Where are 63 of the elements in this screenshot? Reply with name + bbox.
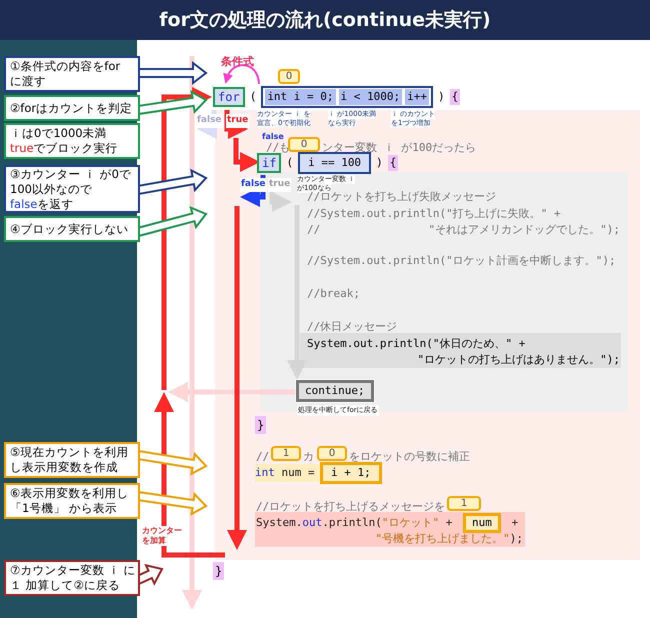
continue-statement: continue; [296, 380, 374, 402]
code-comment: // [256, 449, 270, 465]
counter-label: カウンター [141, 526, 183, 536]
paren: ) [438, 88, 445, 105]
code-text: + [444, 514, 454, 531]
code-text: System. [256, 514, 302, 531]
callout: ①条件式の内容をfor に渡す [4, 56, 140, 92]
branch-label: false [196, 114, 223, 128]
code-text: i < 1000; [338, 88, 402, 106]
condition-label: 条件式 [221, 54, 254, 70]
value-bubble: 0 [288, 137, 320, 152]
counter-label: を加算 [141, 536, 167, 546]
code-comment: //ロケットを打ち上げ失敗メッセージ [307, 190, 496, 205]
paren: ( [250, 88, 256, 105]
code-text: "ロケット" [382, 514, 440, 531]
code-comment: "それはアメリカンドッグでした。"); [428, 222, 620, 238]
expression: i + 1; [320, 462, 382, 484]
if-condition: i == 100 [298, 152, 372, 174]
code-text: int i = 0; [265, 88, 336, 106]
branch-label: true [226, 114, 250, 128]
code-text: ); [510, 531, 523, 547]
page-title: for文の処理の流れ(continue未実行) [159, 8, 491, 33]
code-line: System.out.println("休日のため、" + [307, 336, 526, 352]
true-arrow [234, 138, 260, 172]
true-arrow [224, 110, 248, 139]
code-comment: //break; [307, 286, 360, 302]
code-comment: //休日メッセージ [307, 319, 398, 335]
variable: num [462, 513, 501, 533]
callout: ③カウンター ｉ が0で 100以外なので falseを返す [4, 165, 140, 213]
callout: ⑥表示用変数を利用し 「1号機」 から表示 [4, 483, 140, 519]
callout: ｉは0で1000未満 trueでブロック実行 [4, 123, 140, 159]
value-bubble: 1 [447, 496, 481, 511]
code-comment: //も [266, 140, 290, 156]
if-keyword: if [257, 153, 282, 173]
value-bubble: 1 [271, 446, 301, 461]
code-comment: //ロケットを打ち上げるメッセージを [256, 499, 446, 515]
paren: ) [376, 154, 383, 171]
value-bubble: 0 [317, 446, 347, 461]
callout: ④ブロック実行しない [4, 216, 140, 242]
brace: } [255, 416, 266, 434]
code-comment: // [307, 222, 320, 238]
code-comment: //System.out.println("打ち上げに失敗。" + [307, 206, 561, 222]
code-comment: をロケットの号数に補正 [349, 449, 470, 465]
callout: ②forはカウントを判定 [4, 95, 140, 121]
for-keyword: for [213, 87, 245, 107]
callout: ⑦カウンター変数 ｉ に １ 加算して②に戻る [4, 560, 140, 596]
brace: { [450, 88, 460, 106]
code-text: i++ [405, 88, 430, 106]
value-bubble: 0 [278, 69, 300, 84]
callout: ⑤現在カウントを利用 し表示用変数を作成 [4, 442, 140, 478]
code-text: .println( [322, 514, 382, 531]
true-arrow [270, 192, 292, 212]
code-comment: //System.out.println("ロケット計画を中断します。"); [307, 253, 616, 269]
code-text: "号機を打ち上げました。" [376, 531, 510, 547]
code-text: + [510, 514, 518, 531]
false-hint: false [262, 131, 284, 143]
branch-label: false [240, 178, 267, 192]
brace: } [213, 562, 224, 580]
code-text: out [302, 514, 322, 531]
code-comment: カ [303, 449, 314, 465]
branch-label: true [268, 178, 292, 192]
paren: ( [286, 154, 294, 171]
code-line: "ロケットの打ち上げはありません。"); [418, 352, 620, 368]
